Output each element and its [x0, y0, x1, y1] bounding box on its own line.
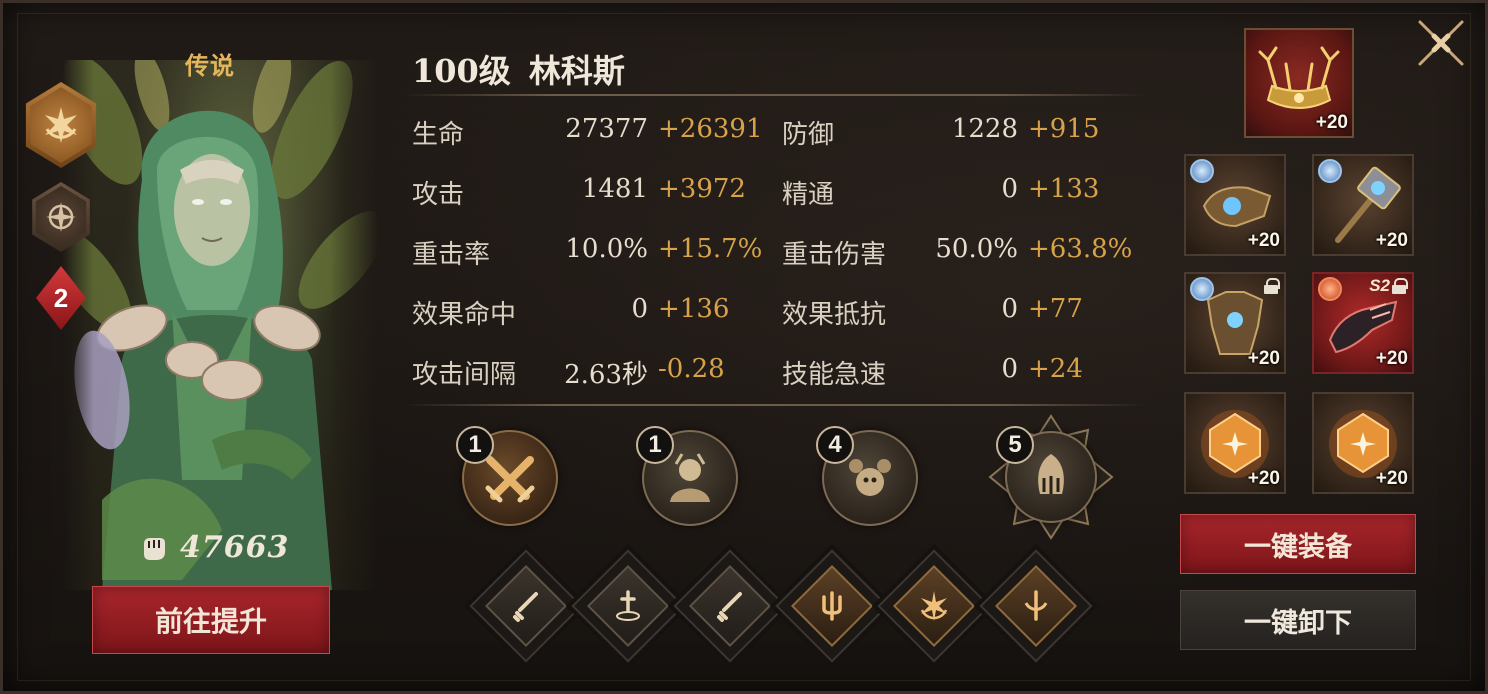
hero-level: 100级 [412, 52, 511, 90]
stat-label: 防御 [782, 120, 835, 150]
divider [404, 94, 1144, 96]
sun-icon [920, 591, 948, 621]
equip-slot-glove[interactable]: +20 [1184, 154, 1286, 256]
fist-icon [144, 537, 165, 560]
skill-level-badge: 5 [996, 426, 1034, 464]
stat-bonus-value: -0.28 [658, 354, 725, 384]
stat-bonus-value: +77 [1028, 294, 1083, 324]
rune-badge-icon [1190, 159, 1214, 183]
passive-slot-6[interactable] [979, 549, 1093, 663]
close-button[interactable] [1412, 14, 1470, 72]
stat-base-value: 0 [631, 294, 648, 324]
equip-level: +20 [1375, 468, 1408, 489]
go-upgrade-button[interactable]: 前往提升 [92, 586, 330, 654]
season-tag: S2 [1369, 276, 1390, 295]
stat-base-value: 0 [1001, 354, 1018, 384]
skill-3[interactable]: 4 [816, 426, 918, 526]
stat-bonus-value: +15.7% [658, 234, 763, 264]
stat-row: 效果命中 0 +136 [412, 294, 772, 334]
equip-slot-hammer[interactable]: +20 [1312, 154, 1414, 256]
stat-label: 重击伤害 [782, 240, 887, 270]
stat-label: 效果抵抗 [782, 300, 887, 330]
equip-slot-gem-1[interactable]: +20 [1184, 392, 1286, 494]
combat-power-value: 47663 [180, 530, 290, 565]
stat-base-value: 50.0% [935, 234, 1018, 264]
stat-base-value: 0 [1001, 294, 1018, 324]
equip-slot-gem-2[interactable]: +20 [1312, 392, 1414, 494]
rune-badge-icon [1190, 277, 1214, 301]
equip-level: +20 [1247, 348, 1280, 369]
stat-label: 效果命中 [412, 300, 517, 330]
stat-base-value: 1481 [581, 174, 648, 204]
stat-label: 生命 [412, 120, 465, 150]
star-level-value: 2 [53, 282, 69, 313]
divider [404, 404, 1144, 406]
skill-level-badge: 1 [636, 426, 674, 464]
skill-level-badge: 4 [816, 426, 854, 464]
skill-ultimate[interactable]: 5 [984, 414, 1118, 540]
stat-base-value: 2.63秒 [564, 360, 648, 390]
unequip-all-button[interactable]: 一键卸下 [1180, 590, 1416, 650]
stat-row: 效果抵抗 0 +77 [782, 294, 1142, 334]
stat-label: 攻击 [412, 180, 465, 210]
class-emblem-icon [30, 87, 92, 163]
rune-badge-icon [1318, 159, 1342, 183]
stat-bonus-value: +26391 [658, 114, 763, 144]
stat-row: 精通 0 +133 [782, 174, 1142, 214]
equip-level: +20 [1375, 348, 1408, 369]
stat-label: 重击率 [412, 240, 491, 270]
equip-level: +20 [1315, 112, 1348, 133]
moon-sword-icon [1024, 590, 1048, 621]
stat-row: 攻击 1481 +3972 [412, 174, 772, 214]
passive-slot-4[interactable] [775, 549, 889, 663]
rune-badge-icon [1318, 277, 1342, 301]
stat-label: 精通 [782, 180, 835, 210]
trident-icon [822, 591, 842, 621]
stat-bonus-value: +3972 [658, 174, 746, 204]
skill-2[interactable]: 1 [636, 426, 738, 526]
passive-slot-1[interactable] [469, 549, 583, 663]
close-icon [1418, 20, 1464, 66]
stat-row: 防御 1228 +915 [782, 114, 1142, 154]
stat-bonus-value: +133 [1028, 174, 1100, 204]
rarity-label: 传说 [185, 51, 235, 80]
stat-base-value: 27377 [565, 114, 648, 144]
stat-bonus-value: +63.8% [1028, 234, 1133, 264]
passive-slot-5[interactable] [877, 549, 991, 663]
stat-label: 技能急速 [782, 360, 887, 390]
dagger-icon [616, 590, 640, 621]
hero-name: 林科斯 [528, 52, 625, 90]
combat-power: 47663 [138, 530, 289, 565]
passive-slot-3[interactable] [673, 549, 787, 663]
equip-slot-gauntlet[interactable]: S2 +20 [1312, 272, 1414, 374]
stat-row: 攻击间隔 2.63秒 -0.28 [412, 354, 772, 394]
stat-row: 技能急速 0 +24 [782, 354, 1142, 394]
stat-row: 生命 27377 +26391 [412, 114, 772, 154]
equip-level: +20 [1247, 230, 1280, 251]
equip-all-button[interactable]: 一键装备 [1180, 514, 1416, 574]
hero-portrait [62, 60, 378, 590]
sword-icon [717, 592, 742, 622]
equip-slot-armor[interactable]: +20 [1184, 272, 1286, 374]
stat-base-value: 1228 [951, 114, 1018, 144]
stat-bonus-value: +915 [1028, 114, 1100, 144]
compass-icon [35, 186, 87, 248]
stat-row: 重击伤害 50.0% +63.8% [782, 234, 1142, 274]
stat-bonus-value: +136 [658, 294, 730, 324]
skill-level-badge: 1 [456, 426, 494, 464]
lock-icon [1392, 278, 1408, 294]
passive-slot-2[interactable] [571, 549, 685, 663]
stat-base-value: 0 [1001, 174, 1018, 204]
stat-base-value: 10.0% [565, 234, 648, 264]
skill-1[interactable]: 1 [456, 426, 558, 526]
stat-label: 攻击间隔 [412, 360, 517, 390]
stat-row: 重击率 10.0% +15.7% [412, 234, 772, 274]
equip-slot-crown[interactable]: +20 [1244, 28, 1354, 138]
equip-level: +20 [1247, 468, 1280, 489]
lock-icon [1264, 278, 1280, 294]
hero-title: 100级 林科斯 [412, 46, 625, 92]
sword-icon [513, 592, 538, 622]
stat-bonus-value: +24 [1028, 354, 1083, 384]
equip-level: +20 [1375, 230, 1408, 251]
